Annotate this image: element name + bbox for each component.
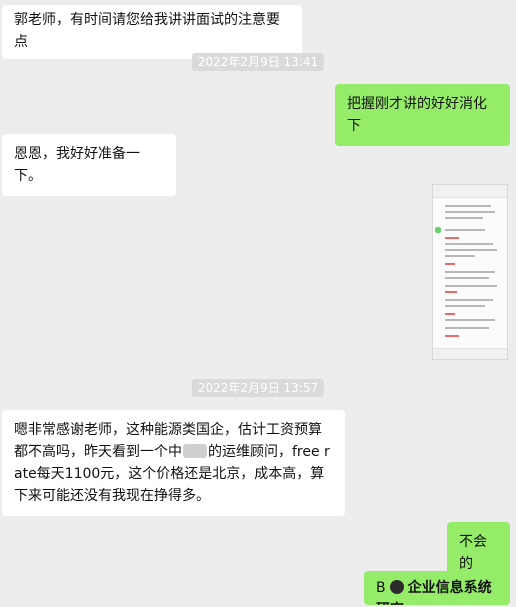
message-1-text: 郭老师，有时间请您给我讲讲面试的注意要点 <box>14 12 280 50</box>
message-2-text: 把握刚才讲的好好消化下 <box>347 96 487 134</box>
message-4: 嗯非常感谢老师，这种能源类国企，估计工资预算都不高吗，昨天看到一个中 的运维顾问，… <box>2 410 345 516</box>
message-5-text: 不会的 <box>459 534 487 572</box>
screenshot-footer <box>433 348 507 359</box>
screenshot-header <box>433 185 507 198</box>
message-3-text: 恩恩，我好好准备一下。 <box>14 146 140 184</box>
message-2: 把握刚才讲的好好消化下 <box>335 84 510 146</box>
message-6: B企业信息系统研究 <box>364 571 510 605</box>
timestamp-2: 2022年2月9日 13:57 <box>191 379 325 397</box>
message-3: 恩恩，我好好准备一下。 <box>2 134 176 196</box>
redaction-blur <box>183 444 207 458</box>
image-message[interactable] <box>432 184 508 360</box>
message-6-text: B <box>376 580 386 596</box>
watermark-logo-icon <box>389 580 404 594</box>
timestamp-1: 2022年2月9日 13:41 <box>191 53 325 71</box>
message-1: 郭老师，有时间请您给我讲讲面试的注意要点 <box>2 5 302 59</box>
